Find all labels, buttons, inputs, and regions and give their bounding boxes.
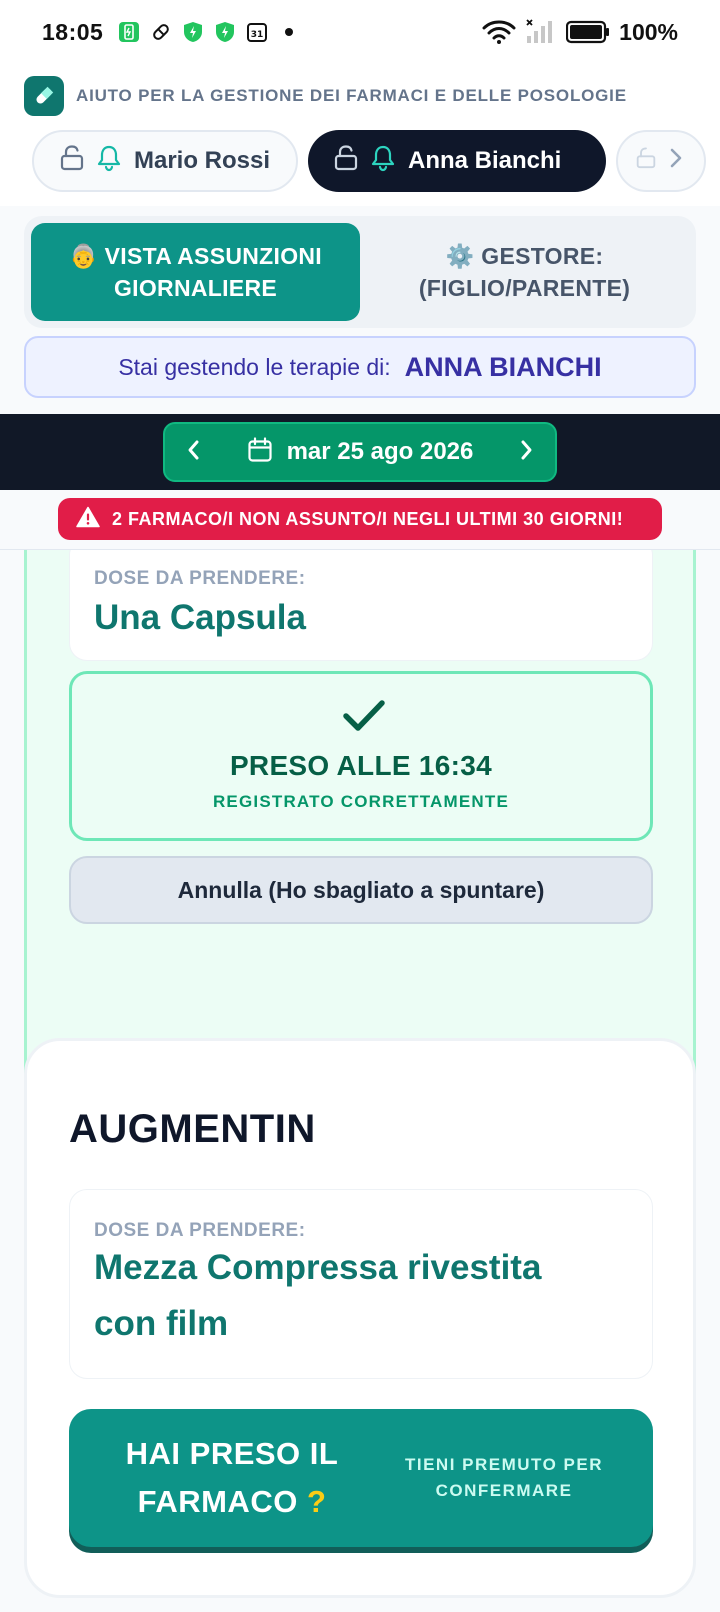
- shield-icon: [181, 21, 204, 44]
- unlock-icon: [636, 146, 656, 177]
- tab-manager[interactable]: ⚙️ GESTORE: (FIGLIO/PARENTE): [360, 223, 689, 321]
- battery-percentage: 100%: [619, 18, 678, 45]
- alert-text: 2 FARMACO/I NON ASSUNTO/I NEGLI ULTIMI 3…: [112, 508, 624, 529]
- date-display[interactable]: mar 25 ago 2026: [247, 436, 474, 468]
- dose-box: DOSE DA PRENDERE: Mezza Compressa rivest…: [69, 1189, 653, 1379]
- medication-list: DOSE DA PRENDERE: Una Capsula PRESO ALLE…: [0, 550, 720, 1612]
- unlock-icon: [334, 144, 358, 178]
- tab-label: GIORNALIERE: [113, 275, 277, 301]
- elderly-woman-icon: 👵: [68, 243, 98, 269]
- app-header: AIUTO PER LA GESTIONE DEI FARMACI E DELL…: [0, 64, 720, 206]
- app-title: AIUTO PER LA GESTIONE DEI FARMACI E DELL…: [76, 86, 627, 105]
- undo-button[interactable]: Annulla (Ho sbagliato a spuntare): [69, 856, 653, 924]
- bell-icon: [96, 144, 122, 179]
- calendar-icon: 31: [245, 21, 268, 44]
- profile-name: Mario Rossi: [134, 147, 271, 174]
- dose-value: Una Capsula: [94, 598, 306, 637]
- calendar-icon: [247, 436, 273, 468]
- tab-label: (FIGLIO/PARENTE): [418, 275, 631, 301]
- chevron-right-icon[interactable]: [515, 437, 537, 468]
- dot-icon: [277, 21, 300, 44]
- status-time: 18:05: [42, 18, 104, 45]
- shield-icon: [213, 21, 236, 44]
- taken-subtitle: REGISTRATO CORRETTAMENTE: [212, 792, 510, 811]
- phone-charge-icon: [117, 21, 140, 44]
- managing-label: Stai gestendo le terapie di:: [118, 353, 391, 380]
- brand-row: AIUTO PER LA GESTIONE DEI FARMACI E DELL…: [24, 76, 627, 116]
- date-navigator: mar 25 ago 2026: [0, 414, 720, 490]
- bell-icon: [370, 144, 396, 179]
- tab-label: VISTA ASSUNZIONI: [104, 243, 322, 269]
- svg-text:31: 31: [251, 30, 264, 40]
- battery-icon: [566, 20, 610, 44]
- current-date: mar 25 ago 2026: [286, 438, 474, 465]
- confirm-line1: HAI PRESO IL: [125, 1436, 339, 1471]
- date-pill: mar 25 ago 2026: [163, 422, 557, 482]
- taken-title: PRESO ALLE 16:34: [229, 750, 493, 781]
- pill-icon: [149, 21, 172, 44]
- confirm-line2: FARMACO: [137, 1484, 298, 1519]
- taken-confirmation: PRESO ALLE 16:34 REGISTRATO CORRETTAMENT…: [69, 671, 653, 841]
- gear-icon: ⚙️: [445, 243, 475, 269]
- checkmark-icon: [342, 698, 386, 739]
- dose-label: DOSE DA PRENDERE:: [94, 568, 306, 589]
- dose-box: DOSE DA PRENDERE: Una Capsula: [69, 550, 653, 661]
- status-notification-icons: 31: [117, 21, 300, 44]
- missed-doses-alert[interactable]: 2 FARMACO/I NON ASSUNTO/I NEGLI ULTIMI 3…: [58, 498, 662, 540]
- profile-tab-more[interactable]: [616, 130, 706, 192]
- managing-name: ANNA BIANCHI: [404, 351, 602, 382]
- dose-value-line2: con film: [94, 1304, 229, 1343]
- medication-name: AUGMENTIN: [69, 1107, 316, 1151]
- confirm-label: HAI PRESO IL FARMACO ?: [69, 1430, 369, 1526]
- alert-strip: 2 FARMACO/I NON ASSUNTO/I NEGLI ULTIMI 3…: [0, 490, 720, 550]
- profile-tab-anna-bianchi[interactable]: Anna Bianchi: [308, 130, 606, 192]
- warning-icon: [76, 506, 100, 533]
- status-bar: 18:05 31 100%: [0, 0, 720, 64]
- profile-tabs: Mario Rossi Anna Bianchi: [32, 130, 706, 192]
- profile-name: Anna Bianchi: [408, 147, 562, 174]
- hint-line2: CONFERMARE: [435, 1481, 573, 1500]
- question-mark: ?: [306, 1484, 327, 1519]
- tab-label: GESTORE:: [481, 243, 604, 269]
- dose-label: DOSE DA PRENDERE:: [94, 1220, 306, 1241]
- chevron-right-icon[interactable]: [668, 146, 684, 177]
- pill-logo-icon: [24, 76, 64, 116]
- mode-toggle: 👵 VISTA ASSUNZIONI GIORNALIERE ⚙️ GESTOR…: [24, 216, 696, 328]
- medication-card-pending: AUGMENTIN DOSE DA PRENDERE: Mezza Compre…: [24, 1038, 696, 1598]
- dose-value-line1: Mezza Compressa rivestita: [94, 1248, 542, 1287]
- hold-hint: TIENI PREMUTO PER CONFERMARE: [369, 1452, 653, 1504]
- profile-tab-mario-rossi[interactable]: Mario Rossi: [32, 130, 298, 192]
- unlock-icon: [60, 144, 84, 178]
- wifi-icon: [482, 20, 516, 44]
- chevron-left-icon[interactable]: [183, 437, 205, 468]
- managing-banner: Stai gestendo le terapie di: ANNA BIANCH…: [24, 336, 696, 398]
- confirm-taken-button[interactable]: HAI PRESO IL FARMACO ? TIENI PREMUTO PER…: [69, 1409, 653, 1547]
- signal-icon: [525, 19, 557, 44]
- hint-line1: TIENI PREMUTO PER: [404, 1455, 604, 1474]
- tab-daily-view[interactable]: 👵 VISTA ASSUNZIONI GIORNALIERE: [31, 223, 360, 321]
